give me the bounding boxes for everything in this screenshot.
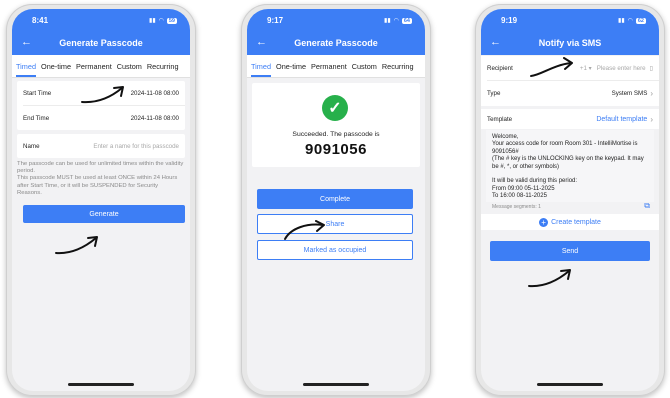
tab-permanent[interactable]: Permanent [76, 62, 112, 71]
plus-circle-icon: + [539, 217, 549, 227]
marked-occupied-button[interactable]: Marked as occupied [257, 240, 413, 260]
create-template-label: Create template [551, 218, 601, 226]
screen: 9:17 ▮▮ ◠ 64 ← Generate Passcode Timed O… [247, 9, 425, 391]
recipient-input[interactable]: Please enter here [597, 65, 646, 72]
passcode-hint: The passcode can be used for unlimited t… [17, 161, 184, 196]
success-check-icon: ✓ [322, 95, 348, 121]
tab-recurring[interactable]: Recurring [382, 62, 414, 71]
battery-icon: 64 [401, 17, 412, 24]
type-row[interactable]: Type System SMS › [481, 82, 659, 104]
tab-one-time[interactable]: One-time [276, 62, 306, 71]
status-time: 9:17 [267, 16, 284, 25]
tab-recurring[interactable]: Recurring [147, 62, 179, 71]
country-code-select[interactable]: +1 ▾ [580, 65, 592, 72]
result-card: ✓ Succeeded. The passcode is 9091056 [252, 83, 420, 167]
pointer-arrow-icon [528, 269, 571, 288]
signal-icon: ▮▮ [384, 18, 391, 24]
home-indicator [303, 383, 369, 386]
wifi-icon: ◠ [627, 18, 633, 24]
phone-generate-timed: 8:41 ▮▮ ◠ 59 ← Generate Passcode Timed O… [6, 4, 196, 396]
pointer-arrow-icon [284, 220, 325, 240]
start-time-value: 2024-11-08 08:00 [130, 89, 179, 97]
end-time-label: End Time [23, 114, 50, 122]
tab-bar: Timed One-time Permanent Custom Recurrin… [247, 55, 425, 77]
wifi-icon: ◠ [158, 18, 164, 24]
template-row[interactable]: Template Default template › [481, 109, 659, 129]
signal-icon: ▮▮ [149, 18, 156, 24]
name-input[interactable]: Enter a name for this passcode [93, 143, 179, 150]
end-time-row[interactable]: End Time 2024-11-08 08:00 [17, 106, 185, 130]
type-value: System SMS [611, 89, 648, 97]
divider [487, 80, 659, 81]
pointer-arrow-icon [530, 57, 573, 77]
chevron-right-icon: › [650, 88, 653, 98]
passcode-value: 9091056 [305, 141, 367, 158]
create-template-link[interactable]: + Create template [481, 214, 659, 230]
type-label: Type [487, 89, 501, 97]
battery-icon: 62 [635, 17, 646, 24]
phone-notify-sms: 9:19 ▮▮ ◠ 62 ← Notify via SMS Recipient … [475, 4, 665, 396]
message-textarea[interactable]: Welcome, Your access code for room Room … [486, 130, 654, 202]
template-card: Template Default template › [481, 109, 659, 129]
end-time-value: 2024-11-08 08:00 [130, 114, 179, 122]
divider [12, 77, 190, 78]
header: 9:17 ▮▮ ◠ 64 ← Generate Passcode [247, 9, 425, 55]
generate-button[interactable]: Generate [23, 205, 185, 223]
home-indicator [537, 383, 603, 386]
contact-icon[interactable]: ▯ [650, 65, 653, 72]
template-value: Default template [596, 115, 648, 123]
template-label: Template [487, 115, 513, 123]
stage: 8:41 ▮▮ ◠ 59 ← Generate Passcode Timed O… [0, 0, 670, 398]
share-button[interactable]: Share [257, 214, 413, 234]
home-indicator [68, 383, 134, 386]
page-title: Notify via SMS [538, 38, 602, 48]
page-title: Generate Passcode [294, 38, 378, 48]
screen: 8:41 ▮▮ ◠ 59 ← Generate Passcode Timed O… [12, 9, 190, 391]
tab-timed[interactable]: Timed [16, 62, 36, 71]
caret-down-icon: ▾ [588, 64, 592, 72]
recipient-label: Recipient [487, 64, 513, 72]
page-title: Generate Passcode [59, 38, 143, 48]
status-icons: ▮▮ ◠ 59 [149, 17, 177, 24]
chevron-right-icon: › [650, 114, 653, 124]
signal-icon: ▮▮ [618, 18, 625, 24]
success-text: Succeeded. The passcode is [292, 131, 380, 138]
pointer-arrow-icon [81, 86, 124, 104]
name-row: Name Enter a name for this passcode [17, 134, 185, 158]
message-segments: Message segments: 1 [492, 204, 541, 210]
tab-custom[interactable]: Custom [352, 62, 377, 71]
name-label: Name [23, 142, 40, 150]
screen: 9:19 ▮▮ ◠ 62 ← Notify via SMS Recipient … [481, 9, 659, 391]
battery-icon: 59 [166, 17, 177, 24]
tab-one-time[interactable]: One-time [41, 62, 71, 71]
tab-bar: Timed One-time Permanent Custom Recurrin… [12, 55, 190, 77]
wifi-icon: ◠ [393, 18, 399, 24]
status-time: 9:19 [501, 16, 518, 25]
name-card: Name Enter a name for this passcode [17, 134, 185, 158]
status-icons: ▮▮ ◠ 62 [618, 17, 646, 24]
copy-icon[interactable]: ⧉ [644, 201, 650, 211]
header: 9:19 ▮▮ ◠ 62 ← Notify via SMS [481, 9, 659, 55]
phone-passcode-result: 9:17 ▮▮ ◠ 64 ← Generate Passcode Timed O… [241, 4, 431, 396]
tab-permanent[interactable]: Permanent [311, 62, 347, 71]
status-time: 8:41 [32, 16, 49, 25]
header: 8:41 ▮▮ ◠ 59 ← Generate Passcode [12, 9, 190, 55]
send-button[interactable]: Send [490, 241, 650, 261]
tab-custom[interactable]: Custom [117, 62, 142, 71]
start-time-label: Start Time [23, 89, 52, 97]
complete-button[interactable]: Complete [257, 189, 413, 209]
status-icons: ▮▮ ◠ 64 [384, 17, 412, 24]
country-code: +1 [579, 64, 587, 72]
divider [247, 77, 425, 78]
pointer-arrow-icon [55, 236, 98, 255]
tab-timed[interactable]: Timed [251, 62, 271, 71]
